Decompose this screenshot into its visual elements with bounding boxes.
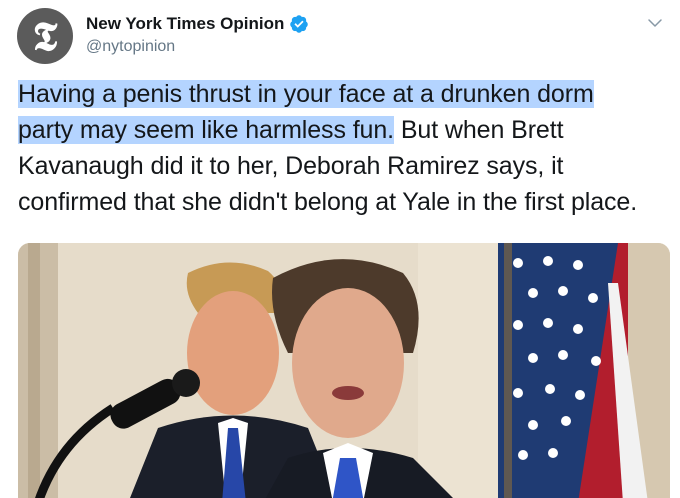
tweet-card[interactable]: 𝕿 New York Times Opinion @nytopinion Hav… — [0, 0, 680, 498]
flag — [498, 243, 648, 498]
nyt-logo-icon: 𝕿 — [32, 13, 58, 60]
chevron-down-icon[interactable] — [646, 14, 664, 32]
selected-text: party may seem like harmless fun. — [18, 116, 394, 144]
tweet-text-line: confirmed that she didn't belong at Yale… — [18, 188, 638, 216]
tweet-header: New York Times Opinion @nytopinion — [86, 14, 309, 56]
handle[interactable]: @nytopinion — [86, 38, 309, 56]
tweet-text-line: Kavanaugh did it to her, Deborah Ramirez… — [18, 152, 564, 180]
avatar[interactable]: 𝕿 — [17, 8, 73, 64]
photo-illustration — [18, 243, 670, 498]
tweet-text: Having a penis thrust in your face at a … — [18, 76, 678, 220]
verified-badge-icon — [290, 15, 309, 33]
tweet-photo[interactable] — [18, 243, 670, 498]
selected-text: Having a penis thrust in your face at a … — [18, 80, 594, 108]
tweet-text-segment: But when Brett — [394, 116, 564, 144]
display-name[interactable]: New York Times Opinion — [86, 14, 284, 34]
